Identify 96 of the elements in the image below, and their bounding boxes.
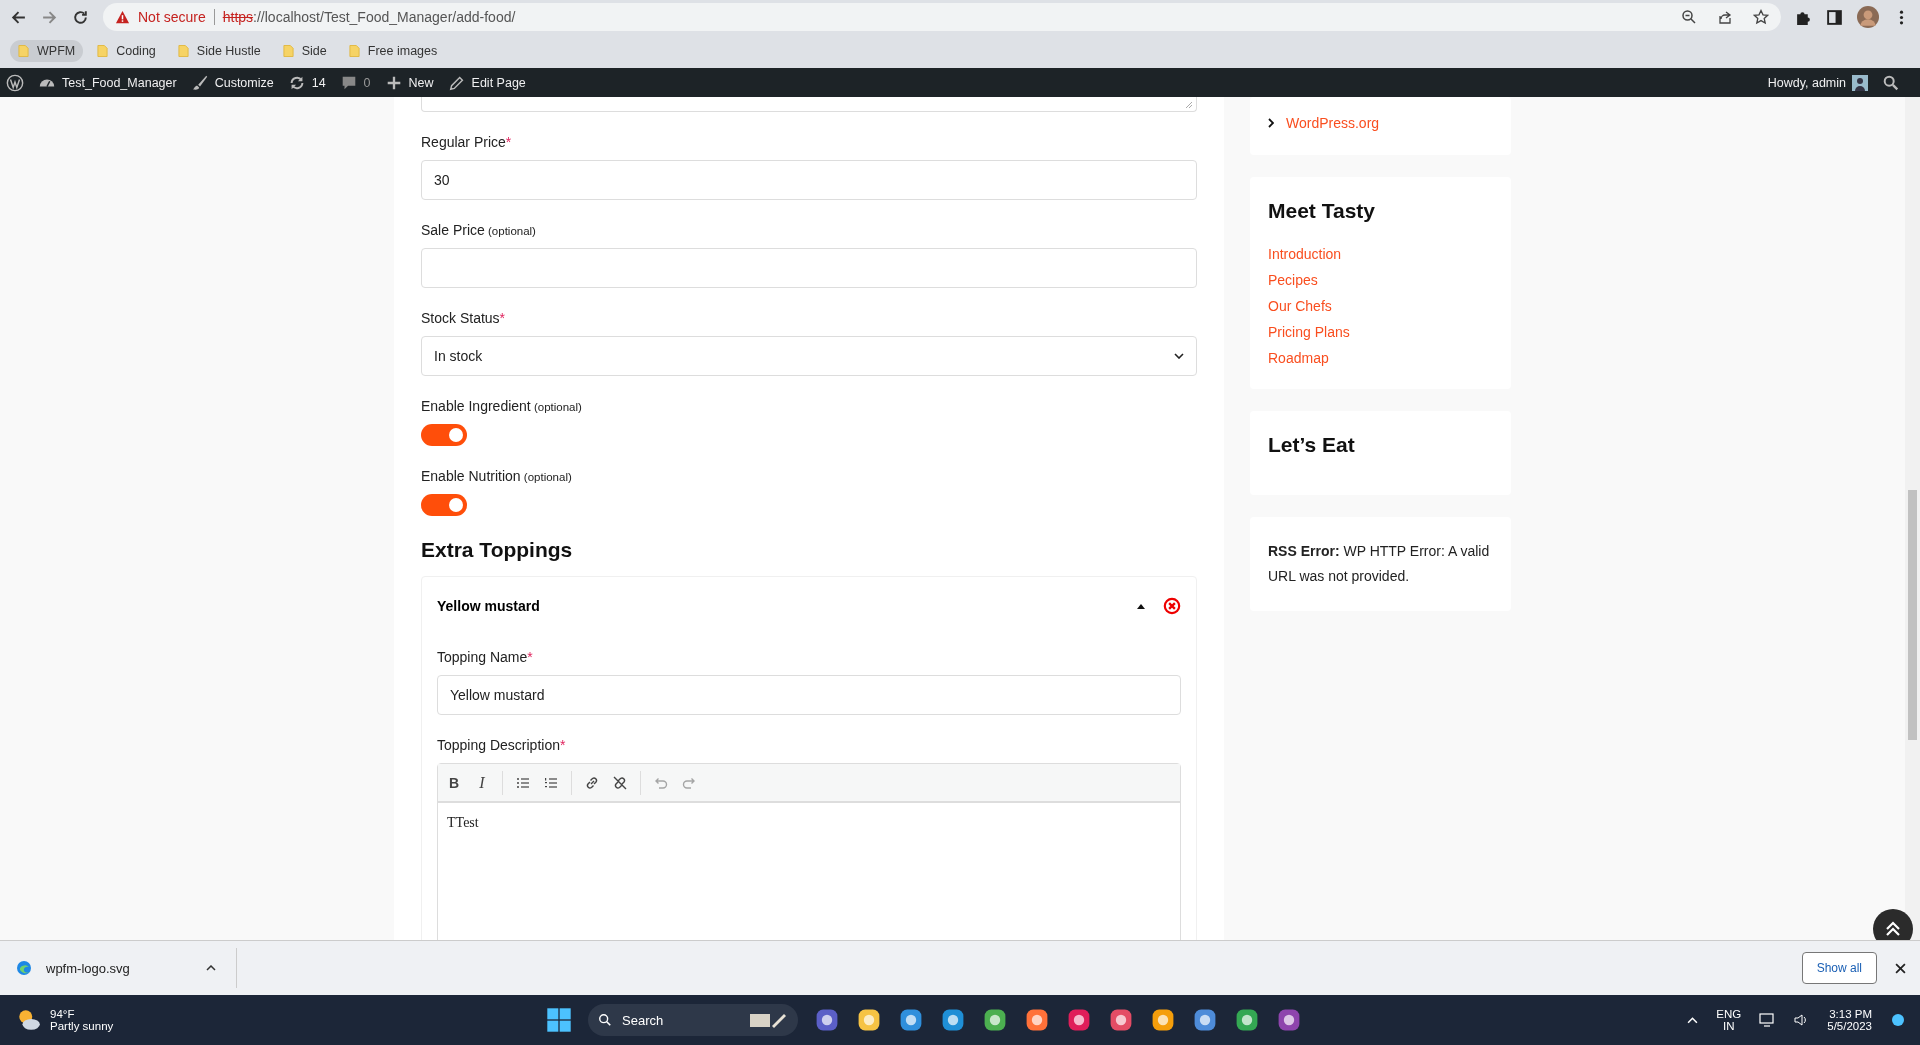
field-label: Enable Ingredient (optional) xyxy=(421,398,583,414)
toggle-switch[interactable] xyxy=(421,424,467,446)
folder-icon xyxy=(282,44,294,58)
sidebar-link[interactable]: WordPress.org xyxy=(1286,115,1380,131)
app-icon[interactable] xyxy=(982,1007,1008,1033)
sidebar-link[interactable]: Pricing Plans xyxy=(1268,324,1350,340)
search-icon[interactable] xyxy=(1882,73,1900,92)
security-label: Not secure xyxy=(138,9,206,25)
app-icon[interactable] xyxy=(1066,1007,1092,1033)
app-icon[interactable] xyxy=(1192,1007,1218,1033)
show-all-button[interactable]: Show all xyxy=(1801,952,1877,984)
bookmark[interactable]: WPFM xyxy=(10,40,84,62)
bold-button[interactable]: B xyxy=(446,774,462,791)
download-item[interactable]: wpfm-logo.svg xyxy=(16,948,237,988)
sidebar-link[interactable]: Our Chefs xyxy=(1268,298,1332,314)
taskbar-search[interactable]: Search xyxy=(588,1004,798,1036)
avatar-icon[interactable] xyxy=(1857,6,1879,28)
sidebar-link[interactable]: Pecipes xyxy=(1268,272,1318,288)
updates-link[interactable]: 14 xyxy=(287,73,326,92)
notification-icon[interactable] xyxy=(1890,1012,1906,1028)
folder-icon xyxy=(18,44,29,58)
link-icon[interactable] xyxy=(584,774,600,791)
app-icon[interactable] xyxy=(940,1007,966,1033)
reload-icon[interactable] xyxy=(72,8,89,26)
sidebar-link[interactable]: Introduction xyxy=(1268,246,1342,262)
file-name: wpfm-logo.svg xyxy=(46,960,130,976)
star-icon[interactable] xyxy=(1753,9,1769,25)
folder-icon xyxy=(177,44,189,58)
chevron-down-icon xyxy=(1174,353,1184,359)
url-text: https://localhost/Test_Food_Manager/add-food/ xyxy=(222,9,516,25)
app-icon[interactable] xyxy=(1276,1007,1302,1033)
search-icon xyxy=(598,1013,612,1027)
app-icon[interactable] xyxy=(856,1007,882,1033)
new-link[interactable]: New xyxy=(384,73,434,92)
folder-icon xyxy=(348,44,360,58)
text-field[interactable] xyxy=(421,248,1197,288)
text-field[interactable]: 30 xyxy=(421,160,1197,200)
close-icon[interactable] xyxy=(1895,962,1906,974)
field-label: Topping Name* xyxy=(437,649,534,665)
field-label: Sale Price (optional) xyxy=(421,222,537,238)
section-heading: Extra Toppings xyxy=(421,538,574,562)
app-icon[interactable] xyxy=(814,1007,840,1033)
customize-link[interactable]: Customize xyxy=(190,73,274,92)
weather-icon[interactable] xyxy=(16,1007,42,1033)
app-icon[interactable] xyxy=(1024,1007,1050,1033)
bookmark[interactable]: Free images xyxy=(340,40,446,62)
browser-logo-icon xyxy=(16,960,32,976)
editor-text: TTest xyxy=(447,815,479,830)
bookmark[interactable]: Side Hustle xyxy=(169,40,269,62)
widget-title: Meet Tasty xyxy=(1268,199,1376,223)
collapse-icon[interactable] xyxy=(1137,603,1145,609)
app-icon[interactable] xyxy=(1108,1007,1134,1033)
italic-button[interactable]: I xyxy=(474,773,490,792)
folder-icon xyxy=(97,44,109,58)
field-label: Enable Nutrition (optional) xyxy=(421,468,573,484)
wordpress-icon[interactable] xyxy=(6,73,24,92)
address-bar[interactable]: Not secure https://localhost/Test_Food_Manager/add-food/ xyxy=(103,3,1781,31)
field-label: Topping Description* xyxy=(437,737,567,753)
rss-error-message: RSS Error: WP HTTP Error: A valid URL was not provided. xyxy=(1268,542,1491,586)
resize-handle-icon[interactable] xyxy=(1185,101,1193,109)
bookmark[interactable]: Coding xyxy=(89,40,164,62)
text-field[interactable]: Yellow mustard xyxy=(437,675,1181,715)
warning-icon xyxy=(115,9,130,25)
edit-page-link[interactable]: Edit Page xyxy=(447,73,526,92)
windows-icon[interactable] xyxy=(546,1007,572,1033)
zoom-icon[interactable] xyxy=(1681,9,1697,25)
field-label: Stock Status* xyxy=(421,310,507,326)
language-indicator[interactable]: ENG IN xyxy=(1716,1008,1742,1032)
share-icon[interactable] xyxy=(1717,9,1733,25)
toggle-switch[interactable] xyxy=(421,494,467,516)
field-label: Regular Price* xyxy=(421,134,513,150)
app-icon[interactable] xyxy=(1150,1007,1176,1033)
chevron-up-icon[interactable] xyxy=(1687,1016,1699,1024)
select-field[interactable]: In stock xyxy=(421,336,1197,376)
textarea-field[interactable] xyxy=(421,97,1197,112)
scrollbar[interactable] xyxy=(1905,97,1920,940)
remove-icon[interactable] xyxy=(1163,597,1181,615)
network-icon[interactable] xyxy=(1759,1012,1776,1028)
app-icon[interactable] xyxy=(898,1007,924,1033)
unlink-icon[interactable] xyxy=(612,774,628,791)
caret-up-icon[interactable] xyxy=(206,965,216,971)
account-link[interactable]: Howdy, admin xyxy=(1767,74,1868,91)
user-avatar-icon xyxy=(1852,74,1868,91)
scroll-to-top-button[interactable] xyxy=(1873,909,1913,940)
topping-title: Yellow mustard xyxy=(437,598,541,614)
comments-link[interactable]: 0 xyxy=(339,73,371,92)
app-icon[interactable] xyxy=(1234,1007,1260,1033)
description-editor[interactable]: TTest xyxy=(438,803,1180,843)
weather-text: Partly sunny xyxy=(50,1020,114,1032)
chevron-right-icon xyxy=(1268,118,1274,128)
bookmark[interactable]: Side xyxy=(274,40,335,62)
temperature-text: 94°F xyxy=(50,1008,76,1020)
widget-title: Let’s Eat xyxy=(1268,433,1356,457)
site-link[interactable]: Test_Food_Manager xyxy=(38,73,177,92)
side-panel-icon[interactable] xyxy=(1826,8,1843,26)
clock[interactable]: 3:13 PM 5/5/2023 xyxy=(1827,1008,1872,1032)
